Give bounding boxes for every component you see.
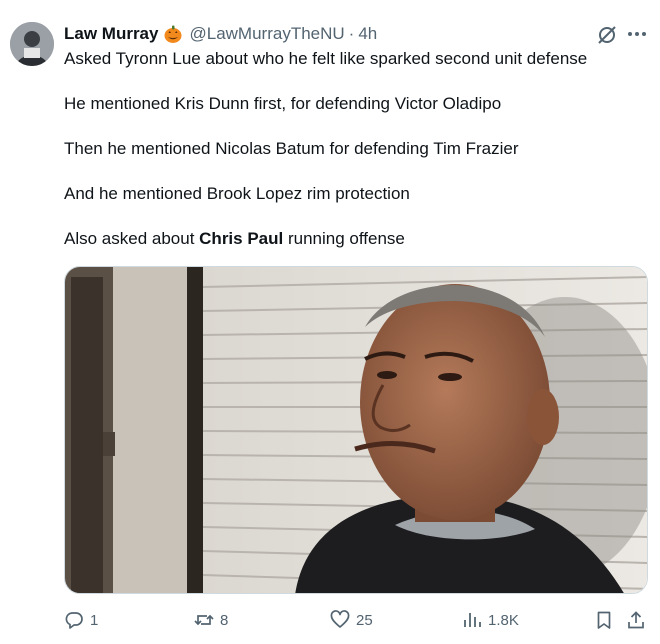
tweet-header: Law Murray @LawMurrayTheNU · 4h [64,22,377,46]
views-button[interactable]: 1.8K [462,604,519,636]
tweet: Law Murray @LawMurrayTheNU · 4h Asked Ty [0,0,660,644]
tweet-line-last: Also asked about Chris Paul running offe… [64,227,644,250]
text-segment: running offense [283,229,405,248]
jack-o-lantern-icon [163,24,183,44]
repost-button[interactable]: 8 [194,604,228,636]
author-handle[interactable]: @LawMurrayTheNU [189,24,344,44]
text-segment: Also asked about [64,229,200,248]
more-options-icon[interactable] [625,23,649,45]
heart-icon [330,610,350,628]
reply-button[interactable]: 1 [64,604,98,636]
share-button[interactable] [626,604,652,636]
tweet-text: Asked Tyronn Lue about who he felt like … [64,47,644,272]
bookmark-icon [597,611,611,629]
bookmark-button[interactable] [594,604,620,636]
share-icon [628,611,644,629]
grok-icon[interactable] [596,24,618,46]
tweet-line: He mentioned Kris Dunn first, for defend… [64,94,502,113]
tweet-line: Asked Tyronn Lue about who he felt like … [64,49,588,68]
analytics-icon [464,613,481,627]
like-button[interactable]: 25 [330,604,373,636]
repost-count: 8 [220,611,229,629]
tweet-media-image[interactable] [64,266,648,594]
view-count: 1.8K [488,611,519,629]
tweet-line: And he mentioned Brook Lopez rim protect… [64,184,410,203]
tweet-line: Then he mentioned Nicolas Batum for defe… [64,139,519,158]
separator-dot: · [348,24,355,43]
tweet-actions: 1 8 25 1.8K [64,604,648,636]
reply-icon [65,612,83,629]
avatar[interactable] [10,22,54,66]
author-name[interactable]: Law Murray [64,24,158,44]
timestamp[interactable]: 4h [358,24,377,44]
reply-count: 1 [90,611,99,629]
like-count: 25 [356,611,373,629]
bold-name: Chris Paul [199,229,284,248]
repost-icon [194,614,214,626]
